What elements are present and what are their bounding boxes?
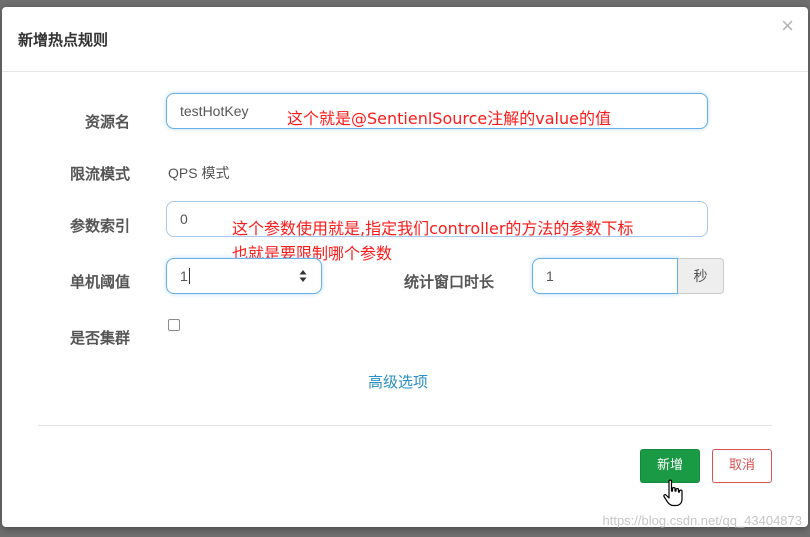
window-value: 1	[546, 268, 554, 284]
param-index-label: 参数索引	[69, 218, 130, 235]
watermark: https://blog.csdn.net/qq_43404873	[602, 513, 803, 528]
window-label: 统计窗口时长	[404, 274, 495, 291]
footer-divider	[38, 425, 772, 426]
close-icon[interactable]: ×	[781, 15, 794, 37]
cluster-label: 是否集群	[69, 330, 130, 347]
window-input[interactable]: 1	[532, 258, 678, 294]
threshold-label: 单机阈值	[69, 274, 130, 291]
param-index-value: 0	[180, 211, 188, 227]
spinner-icon[interactable]	[299, 269, 307, 283]
window-unit: 秒	[678, 258, 724, 294]
resource-annotation: 这个就是@SentienlSource注解的value的值	[287, 109, 611, 128]
param-annotation-line1: 这个参数使用就是,指定我们controller的方法的参数下标	[232, 219, 634, 238]
threshold-value: 1	[180, 268, 188, 284]
cluster-checkbox[interactable]	[168, 319, 180, 331]
modal-title: 新增热点规则	[18, 32, 109, 49]
mode-label: 限流模式	[69, 166, 130, 183]
hand-cursor-icon	[663, 479, 683, 507]
modal-dialog: 新增热点规则 × 资源名 testHotKey 这个就是@SentienlSou…	[2, 7, 808, 527]
cancel-button[interactable]: 取消	[712, 449, 772, 483]
advanced-options-link[interactable]: 高级选项	[368, 371, 428, 392]
threshold-input[interactable]: 1	[166, 258, 322, 294]
modal-header: 新增热点规则 ×	[2, 7, 808, 72]
resource-label: 资源名	[84, 114, 130, 131]
mode-value: QPS 模式	[168, 165, 230, 181]
add-button[interactable]: 新增	[640, 449, 700, 483]
resource-value: testHotKey	[180, 103, 249, 119]
